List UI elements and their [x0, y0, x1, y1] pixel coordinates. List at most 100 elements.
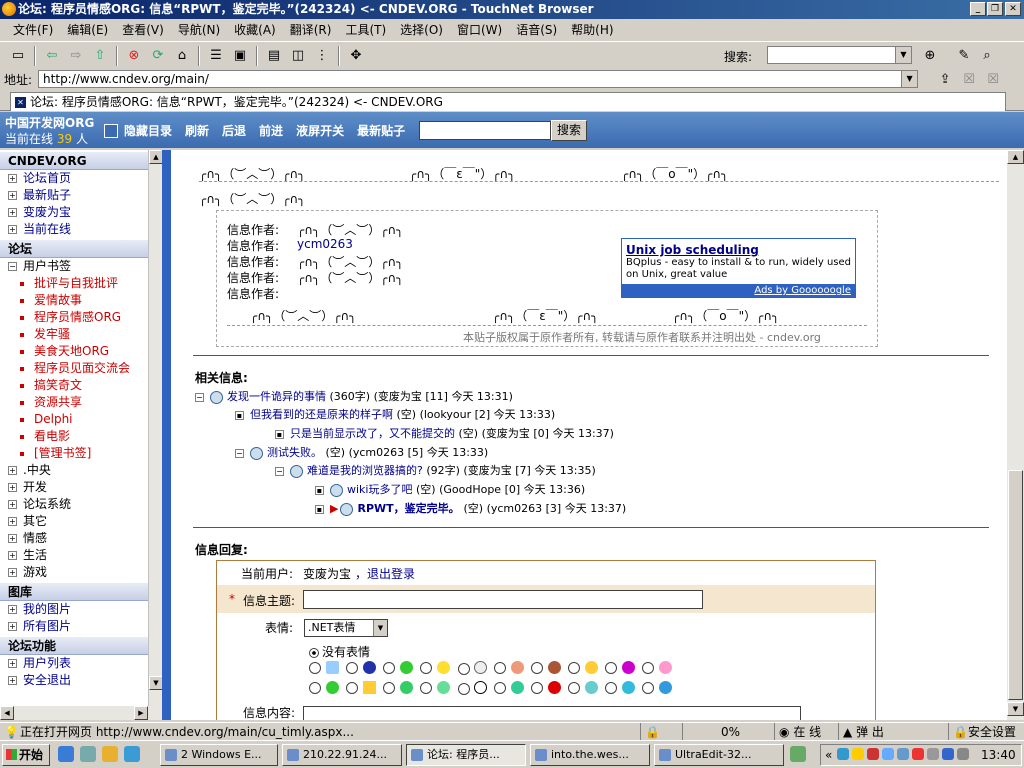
- thumbs-up-icon[interactable]: [494, 661, 524, 674]
- address-input[interactable]: http://www.cndev.org/main/ ▼: [38, 70, 919, 88]
- forum-search-button[interactable]: 搜索: [551, 120, 587, 141]
- menu-window[interactable]: 窗口(W): [450, 19, 509, 41]
- exclamation-icon[interactable]: [605, 661, 635, 674]
- quicklaunch-icon[interactable]: [102, 746, 118, 762]
- content-scrollbar[interactable]: ▲ ▼: [1007, 150, 1024, 720]
- scroll-up-icon[interactable]: ▲: [1007, 150, 1024, 164]
- warning-icon[interactable]: [346, 681, 376, 694]
- qq-icon[interactable]: [852, 748, 864, 760]
- sidebar-item-my-pictures[interactable]: + 我的图片: [0, 601, 161, 618]
- expand-icon[interactable]: +: [8, 551, 17, 560]
- back-icon[interactable]: ⇦: [43, 47, 61, 65]
- thumbs-down-icon[interactable]: [531, 661, 561, 674]
- expand-icon[interactable]: +: [8, 517, 17, 526]
- menu-select[interactable]: 选择(O): [393, 19, 450, 41]
- refresh-icon[interactable]: ⟳: [149, 47, 167, 65]
- sidebar-group[interactable]: + 开发: [0, 479, 161, 496]
- sidebar-item-recycle[interactable]: + 变废为宝: [0, 204, 161, 221]
- scroll-down-icon[interactable]: ▼: [149, 676, 163, 690]
- collapse-icon[interactable]: −: [275, 466, 284, 476]
- emote-icon[interactable]: [458, 681, 487, 695]
- sidebar-group[interactable]: + .中央: [0, 462, 161, 479]
- nav-latest-posts[interactable]: 最新贴子: [357, 122, 405, 139]
- task-explorer[interactable]: 2 Windows E...: [160, 744, 278, 766]
- highlight-icon[interactable]: ✎: [955, 46, 973, 64]
- list-view-icon[interactable]: ☰: [207, 47, 225, 65]
- sidebar-bookmark[interactable]: 批评与自我批评: [0, 275, 161, 292]
- scroll-thumb[interactable]: [1008, 470, 1023, 700]
- nav-forward[interactable]: 前进: [259, 122, 283, 139]
- sidebar-manage-bookmarks[interactable]: [管理书签]: [0, 445, 161, 462]
- menu-help[interactable]: 帮助(H): [564, 19, 620, 41]
- scroll-left-icon[interactable]: ◀: [0, 706, 14, 720]
- tray-expand-icon[interactable]: «: [825, 745, 832, 765]
- emote-icon[interactable]: [642, 681, 672, 694]
- restore-button[interactable]: ❐: [987, 2, 1003, 16]
- nav-refresh[interactable]: 刷新: [185, 122, 209, 139]
- emote-icon[interactable]: [383, 661, 413, 674]
- close-all-icon[interactable]: ☒: [984, 70, 1002, 88]
- ie-icon[interactable]: [58, 746, 74, 762]
- sidebar-item-online[interactable]: + 当前在线: [0, 221, 161, 238]
- sidebar-item-latest[interactable]: + 最新贴子: [0, 187, 161, 204]
- task-media[interactable]: into.the.wes...: [530, 744, 650, 766]
- expand-icon[interactable]: +: [8, 534, 17, 543]
- tab-current[interactable]: ✕ 论坛: 程序员情感ORG: 信息“RPWT，鉴定完毕。”(242324) <-…: [10, 92, 1006, 111]
- tray-arrow-icon[interactable]: [790, 746, 806, 762]
- emote-icon[interactable]: [531, 681, 561, 694]
- emote-icon[interactable]: [309, 661, 339, 674]
- sidebar-group-bookmarks[interactable]: − 用户书签: [0, 258, 161, 275]
- chevron-down-icon[interactable]: ▼: [895, 47, 911, 63]
- thread-item-current[interactable]: ▪ ▶ RPWT，鉴定完毕。 (空) (ycm0263 [3] 今天 13:37): [315, 500, 626, 516]
- toolbar-search-input[interactable]: ▼: [767, 46, 912, 64]
- sidebar-item-all-pictures[interactable]: + 所有图片: [0, 618, 161, 635]
- menu-favorites[interactable]: 收藏(A): [227, 19, 283, 41]
- emote-icon[interactable]: [568, 681, 598, 694]
- logout-link[interactable]: ，退出登录: [355, 565, 415, 582]
- sidebar-group[interactable]: + 情感: [0, 530, 161, 547]
- menu-translate[interactable]: 翻译(R): [283, 19, 339, 41]
- forward-icon[interactable]: ⇨: [67, 47, 85, 65]
- clock[interactable]: 13:40: [981, 745, 1016, 765]
- up-icon[interactable]: ⇧: [91, 47, 109, 65]
- thread-item[interactable]: − 发现一件诡异的事情 (360字) (变废为宝 [11] 今天 13:31): [195, 388, 513, 404]
- subject-input[interactable]: [303, 590, 703, 609]
- close-button[interactable]: ✕: [1005, 2, 1021, 16]
- thread-item[interactable]: − 难道是我的浏览器搞的? (92字) (变废为宝 [7] 今天 13:35): [275, 462, 596, 478]
- expand-icon[interactable]: +: [8, 483, 17, 492]
- sidebar-group[interactable]: + 其它: [0, 513, 161, 530]
- speech-icon[interactable]: [458, 661, 487, 675]
- collapse-icon[interactable]: −: [235, 448, 244, 458]
- info-value[interactable]: ycm0263: [297, 237, 353, 251]
- bulb-icon[interactable]: [420, 661, 450, 674]
- chevron-down-icon[interactable]: ▼: [373, 620, 387, 636]
- sidebar-splitter[interactable]: [162, 150, 171, 720]
- collapse-icon[interactable]: −: [195, 392, 204, 402]
- forum-search-input[interactable]: [419, 121, 551, 140]
- sidebar-bookmark[interactable]: 美食天地ORG: [0, 343, 161, 360]
- tray-icon[interactable]: [867, 748, 879, 760]
- sidebar-scrollbar[interactable]: ▲ ▼: [148, 150, 163, 706]
- new-page-icon[interactable]: ▭: [9, 47, 27, 65]
- emote-icon[interactable]: [383, 681, 413, 694]
- menu-edit[interactable]: 编辑(E): [60, 19, 115, 41]
- menu-file[interactable]: 文件(F): [6, 19, 60, 41]
- expand-icon[interactable]: +: [8, 568, 17, 577]
- smile-icon[interactable]: [568, 661, 598, 674]
- sidebar-group[interactable]: + 游戏: [0, 564, 161, 581]
- minimize-button[interactable]: _: [970, 2, 986, 16]
- tray-icon[interactable]: [882, 748, 894, 760]
- emote-icon[interactable]: [605, 681, 635, 694]
- sidebar-bookmark[interactable]: 程序员见面交流会: [0, 360, 161, 377]
- task-remote[interactable]: 210.22.91.24...: [282, 744, 402, 766]
- question-icon[interactable]: [346, 661, 376, 674]
- close-icon[interactable]: ✕: [15, 97, 26, 108]
- emote-icon[interactable]: [494, 681, 524, 694]
- menu-tools[interactable]: 工具(T): [338, 19, 393, 41]
- sidebar-bookmark[interactable]: 资源共享: [0, 394, 161, 411]
- scroll-right-icon[interactable]: ▶: [134, 706, 148, 720]
- scroll-down-icon[interactable]: ▼: [1007, 702, 1024, 716]
- emote-select[interactable]: .NET表情 ▼: [304, 619, 388, 637]
- layout-icon[interactable]: ▤: [265, 47, 283, 65]
- quicklaunch-icon[interactable]: [124, 746, 140, 762]
